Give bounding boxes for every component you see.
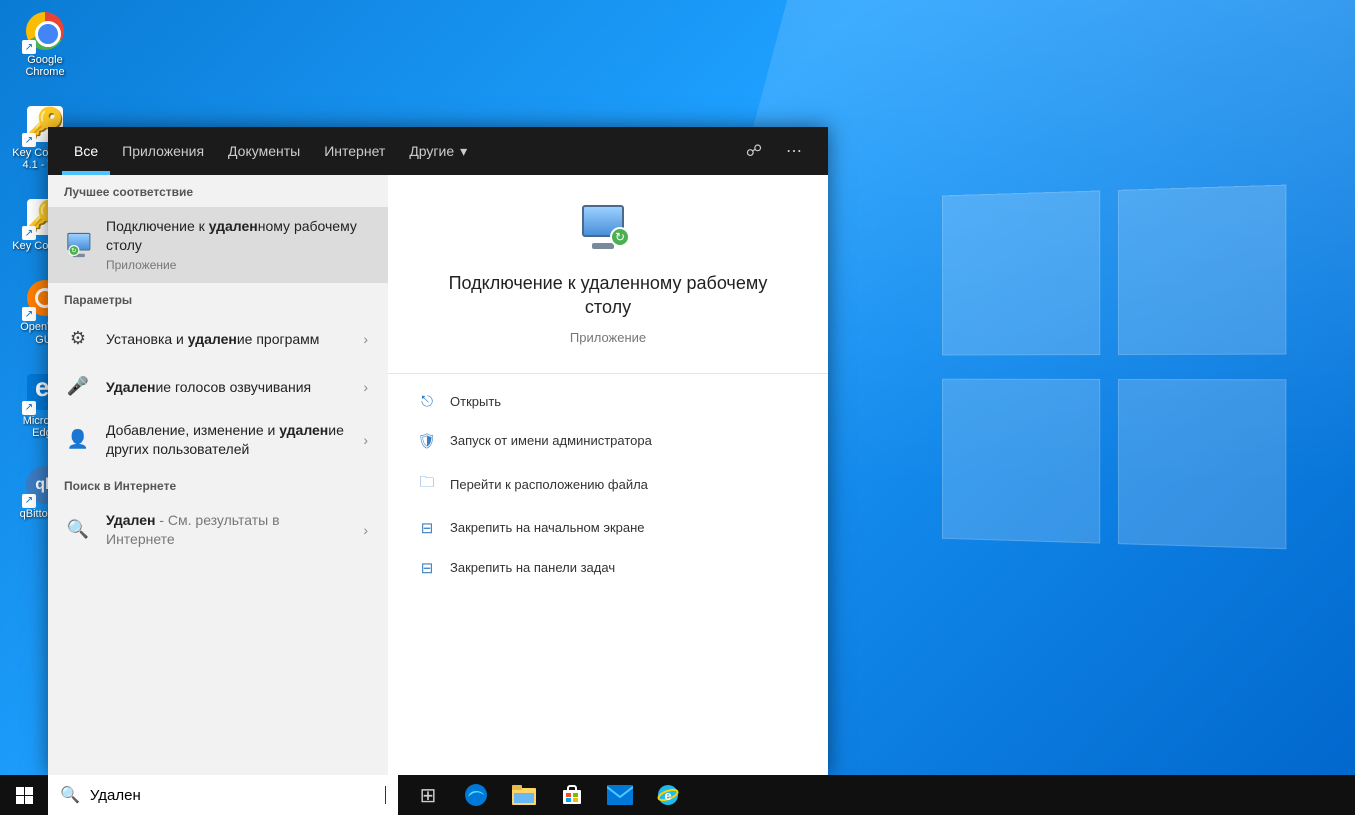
preview-rdp-icon: ↻ (576, 205, 640, 255)
result-manage-users[interactable]: 👤 Добавление, изменение и удаление други… (48, 411, 388, 469)
result-rdp[interactable]: ↻ Подключение к удаленному рабочему стол… (48, 207, 388, 283)
taskbar-store[interactable] (548, 775, 596, 815)
chevron-right-icon[interactable]: › (359, 331, 372, 347)
action-pin-start[interactable]: ⊟ Закрепить на начальном экране (388, 508, 828, 548)
folder-icon: 🗀 (418, 472, 436, 497)
preview-subtitle: Приложение (570, 330, 646, 345)
pin-icon: ⊟ (418, 519, 436, 537)
preview-title: Подключение к удаленному рабочему столу (388, 271, 828, 320)
tab-more-label: Другие (409, 143, 454, 159)
result-subtitle: Приложение (106, 257, 372, 273)
search-icon: 🔍 (64, 516, 92, 544)
action-file-location[interactable]: 🗀 Перейти к расположению файла (388, 461, 828, 508)
result-uninstall-programs[interactable]: ⚙ Установка и удаление программ › (48, 315, 388, 363)
chevron-right-icon[interactable]: › (359, 432, 372, 448)
tab-docs[interactable]: Документы (216, 127, 312, 175)
open-icon: ⎋ (418, 393, 436, 410)
task-view-button[interactable]: ⊞ (404, 775, 452, 815)
taskbar-search-box[interactable]: 🔍 (48, 775, 398, 815)
action-label: Запуск от имени администратора (450, 433, 652, 448)
icon-label: Google Chrome (10, 54, 80, 78)
preview-actions: ⎋ Открыть 🛡 Запуск от имени администратора… (388, 373, 828, 596)
preview-pane: ↻ Подключение к удаленному рабочему стол… (388, 175, 828, 775)
chevron-right-icon[interactable]: › (359, 522, 372, 538)
action-label: Перейти к расположению файла (450, 477, 648, 492)
section-web: Поиск в Интернете (48, 469, 388, 501)
section-best-match: Лучшее соответствие (48, 175, 388, 207)
action-label: Открыть (450, 394, 501, 409)
action-label: Закрепить на начальном экране (450, 520, 645, 535)
taskbar-mail[interactable] (596, 775, 644, 815)
chevron-down-icon: ▾ (460, 143, 467, 160)
more-options-icon[interactable]: ⋯ (774, 141, 814, 161)
action-run-admin[interactable]: 🛡 Запуск от имени администратора (388, 421, 828, 461)
search-tabs-bar: Все Приложения Документы Интернет Другие… (48, 127, 828, 175)
person-icon: 👤 (64, 426, 92, 454)
gear-icon: ⚙ (64, 325, 92, 353)
action-pin-taskbar[interactable]: ⊟ Закрепить на панели задач (388, 548, 828, 588)
rdp-icon: ↻ (64, 231, 92, 259)
result-title-bold: удален (209, 218, 258, 234)
svg-text:e: e (664, 788, 671, 803)
tab-web[interactable]: Интернет (312, 127, 397, 175)
start-button[interactable] (0, 775, 48, 815)
pin-icon: ⊟ (418, 559, 436, 577)
chevron-right-icon[interactable]: › (359, 379, 372, 395)
windows-logo-icon (16, 787, 33, 804)
search-input[interactable] (90, 787, 385, 804)
taskbar-edge[interactable] (452, 775, 500, 815)
section-settings: Параметры (48, 283, 388, 315)
tab-more[interactable]: Другие ▾ (397, 127, 479, 175)
taskbar-file-explorer[interactable] (500, 775, 548, 815)
action-open[interactable]: ⎋ Открыть (388, 382, 828, 421)
shield-icon: 🛡 (418, 432, 436, 450)
start-search-panel: Все Приложения Документы Интернет Другие… (48, 127, 828, 775)
result-remove-voices[interactable]: 🎤 Удаление голосов озвучивания › (48, 363, 388, 411)
feedback-icon[interactable]: ☍ (734, 141, 774, 161)
taskbar-ie[interactable]: e (644, 775, 692, 815)
tab-all[interactable]: Все (62, 127, 110, 175)
result-title-pre: Подключение к (106, 218, 209, 234)
taskbar: 🔍 ⊞ e (0, 775, 1355, 815)
search-icon: 🔍 (60, 785, 80, 805)
result-web-search[interactable]: 🔍 Удален - См. результаты в Интернете › (48, 501, 388, 559)
text-cursor (385, 786, 386, 804)
action-label: Закрепить на панели задач (450, 560, 615, 575)
wallpaper-windows-logo (942, 184, 1299, 556)
tab-apps[interactable]: Приложения (110, 127, 216, 175)
mic-icon: 🎤 (64, 373, 92, 401)
results-list: Лучшее соответствие ↻ Подключение к удал… (48, 175, 388, 775)
desktop-icon-chrome[interactable]: ↗ Google Chrome (10, 10, 80, 78)
